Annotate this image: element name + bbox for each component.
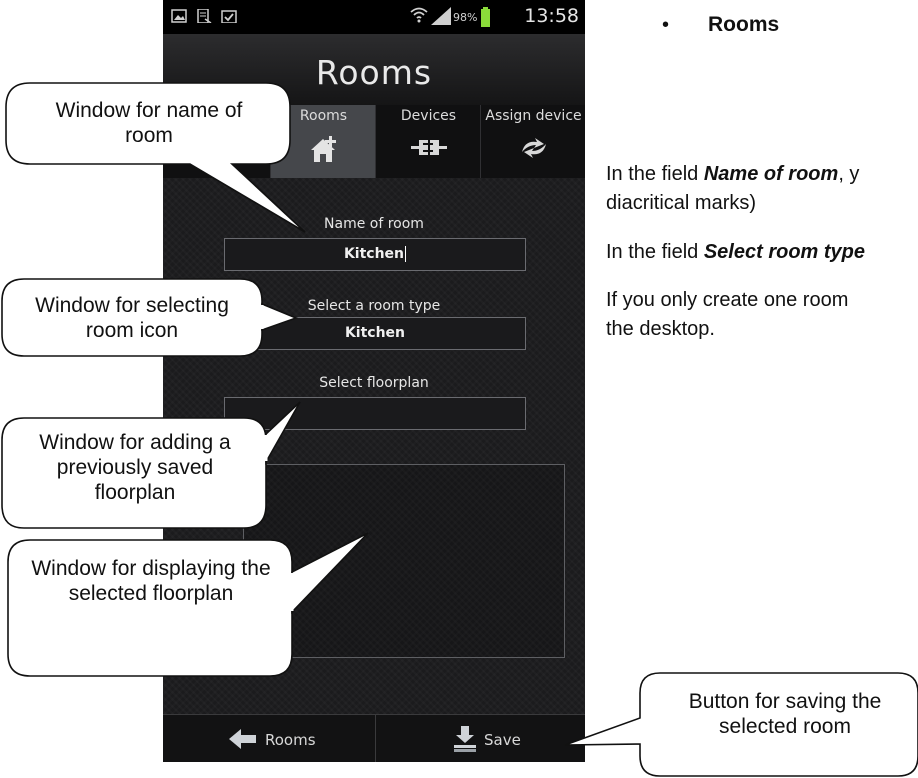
text-run: , y xyxy=(838,163,860,185)
paragraph-line: diacritical marks) xyxy=(606,192,757,214)
callout-text: Button for saving the selected room xyxy=(688,690,882,738)
text-run: In the field xyxy=(606,241,704,263)
section-heading: Rooms xyxy=(708,13,780,36)
callout-save-button: Button for saving the selected room xyxy=(0,0,918,778)
paragraph-select-room-type: In the field Select room type xyxy=(606,241,865,264)
field-name-emphasis: Select room type xyxy=(703,241,866,263)
field-name-emphasis: Name of room xyxy=(703,163,839,185)
paragraph-line: If you only create one room xyxy=(606,289,849,311)
text-run: In the field xyxy=(606,163,704,185)
paragraph-line: the desktop. xyxy=(606,318,715,340)
bullet-marker: • xyxy=(662,14,670,36)
paragraph-name-of-room: In the field Name of room, y xyxy=(606,163,859,186)
